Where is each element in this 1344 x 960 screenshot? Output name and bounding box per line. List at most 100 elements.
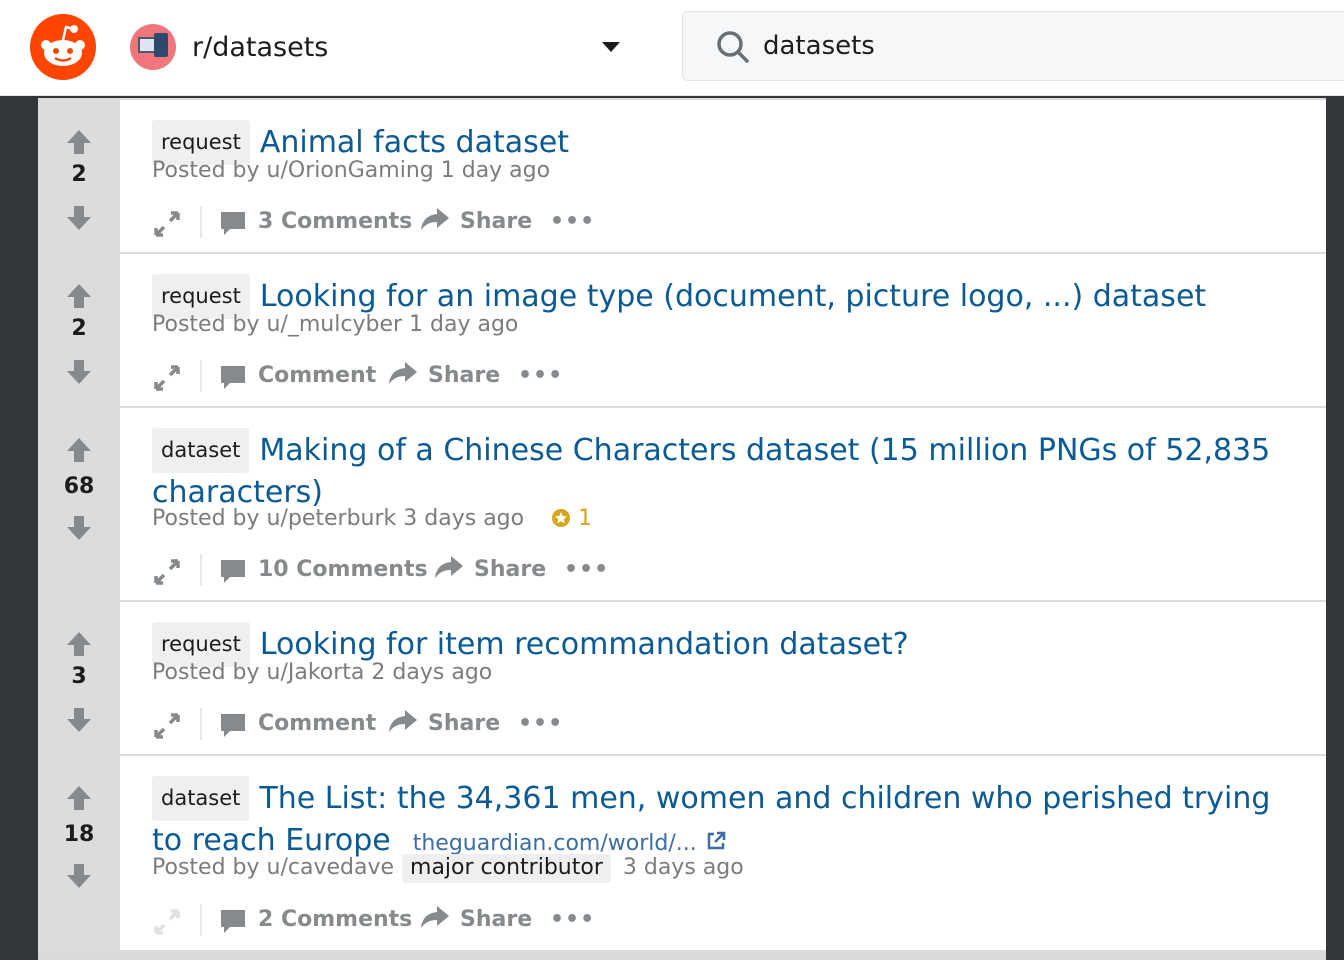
post-time: 3 days ago: [403, 506, 525, 531]
share-button[interactable]: Share: [434, 550, 546, 590]
comment-icon: [221, 366, 245, 389]
post-actions: 10 Comments Share •••: [152, 550, 652, 590]
expand-icon[interactable]: [152, 363, 182, 393]
share-icon: [421, 208, 449, 230]
post-card[interactable]: 2 request Animal facts dataset Posted by …: [38, 100, 1326, 254]
user-flair: major contributor: [402, 854, 611, 883]
divider: [200, 904, 202, 936]
post-card[interactable]: 3 request Looking for item recommandation…: [38, 602, 1326, 756]
author-link[interactable]: u/peterburk: [267, 506, 397, 531]
divider: [200, 360, 202, 392]
more-options-button[interactable]: •••: [518, 704, 563, 744]
vote-column: 2: [38, 254, 120, 406]
search-bar[interactable]: [682, 11, 1344, 81]
post-title-link[interactable]: Looking for item recommandation dataset?: [260, 627, 909, 662]
post-card[interactable]: 68 dataset Making of a Chinese Characters…: [38, 408, 1326, 602]
author-link[interactable]: u/Jakorta: [267, 660, 365, 685]
vote-column: 3: [38, 602, 120, 754]
expand-icon[interactable]: [152, 711, 182, 741]
posted-by-label: Posted by: [152, 506, 260, 531]
comments-button[interactable]: 3 Comments: [258, 202, 412, 242]
posted-by-label: Posted by: [152, 660, 260, 685]
share-icon: [435, 556, 463, 578]
more-options-button[interactable]: •••: [518, 356, 563, 396]
share-button[interactable]: Share: [388, 704, 500, 744]
upvote-arrow-icon[interactable]: [65, 784, 93, 812]
post-meta: Posted by u/Jakorta 2 days ago: [152, 660, 492, 685]
subreddit-avatar-icon: [130, 24, 176, 70]
chevron-down-icon[interactable]: [602, 42, 620, 52]
vote-score: 2: [71, 316, 87, 341]
search-icon: [717, 31, 749, 63]
more-options-button[interactable]: •••: [550, 900, 595, 940]
post-title-link[interactable]: Looking for an image type (document, pic…: [260, 279, 1206, 314]
post-actions: 2 Comments Share •••: [152, 900, 652, 940]
post-meta: Posted by u/OrionGaming 1 day ago: [152, 158, 550, 183]
upvote-arrow-icon[interactable]: [65, 128, 93, 156]
share-icon: [421, 906, 449, 928]
vote-score: 18: [63, 822, 95, 847]
vote-column: 2: [38, 100, 120, 252]
post-meta: Posted by u/_mulcyber 1 day ago: [152, 312, 518, 337]
post-time: 1 day ago: [440, 158, 551, 183]
post-title-link[interactable]: Making of a Chinese Characters dataset (…: [152, 433, 1270, 510]
post-card[interactable]: 2 request Looking for an image type (docu…: [38, 254, 1326, 408]
vote-score: 3: [71, 664, 87, 689]
comments-button[interactable]: Comment: [258, 704, 376, 744]
downvote-arrow-icon[interactable]: [65, 514, 93, 542]
author-link[interactable]: u/_mulcyber: [267, 312, 403, 337]
downvote-arrow-icon[interactable]: [65, 358, 93, 386]
posted-by-label: Posted by: [152, 158, 260, 183]
downvote-arrow-icon[interactable]: [65, 706, 93, 734]
award-icon: [552, 509, 571, 527]
divider: [200, 554, 202, 586]
expand-icon: [154, 909, 180, 935]
divider: [200, 708, 202, 740]
post-time: 1 day ago: [409, 312, 519, 337]
post-meta: Posted by u/cavedave major contributor 3 d…: [152, 854, 744, 883]
vote-column: 18: [38, 756, 120, 950]
domain-link[interactable]: theguardian.com/world/...: [413, 831, 697, 856]
subreddit-switcher[interactable]: r/datasets: [130, 22, 630, 74]
share-button[interactable]: Share: [388, 356, 500, 396]
post-flair: dataset: [152, 776, 250, 821]
post-actions: 3 Comments Share •••: [152, 202, 652, 242]
comments-button[interactable]: 2 Comments: [258, 900, 412, 940]
downvote-arrow-icon[interactable]: [65, 204, 93, 232]
expand-icon[interactable]: [152, 209, 182, 239]
post-feed: 2 request Animal facts dataset Posted by …: [38, 98, 1326, 960]
vote-score: 2: [71, 162, 87, 187]
upvote-arrow-icon[interactable]: [65, 630, 93, 658]
divider: [200, 206, 202, 238]
share-icon: [389, 710, 417, 732]
comments-button[interactable]: 10 Comments: [258, 550, 428, 590]
posted-by-label: Posted by: [152, 312, 260, 337]
upvote-arrow-icon[interactable]: [65, 282, 93, 310]
search-input[interactable]: [763, 26, 1323, 66]
upvote-arrow-icon[interactable]: [65, 436, 93, 464]
external-link-icon[interactable]: [705, 830, 727, 852]
top-header: r/datasets: [0, 0, 1344, 96]
reddit-logo-icon[interactable]: [30, 14, 96, 80]
post-time: 3 days ago: [622, 855, 744, 880]
post-title-link[interactable]: Animal facts dataset: [260, 125, 569, 160]
post-actions: Comment Share •••: [152, 704, 652, 744]
author-link[interactable]: u/OrionGaming: [267, 158, 434, 183]
comment-icon: [221, 560, 245, 583]
comment-icon: [221, 714, 245, 737]
share-button[interactable]: Share: [420, 202, 532, 242]
downvote-arrow-icon[interactable]: [65, 862, 93, 890]
share-button[interactable]: Share: [420, 900, 532, 940]
comments-button[interactable]: Comment: [258, 356, 376, 396]
post-meta: Posted by u/peterburk 3 days ago 1: [152, 506, 592, 531]
author-link[interactable]: u/cavedave: [267, 855, 395, 880]
award-badge[interactable]: 1: [551, 506, 592, 531]
post-card[interactable]: 18 dataset The List: the 34,361 men, wome…: [38, 756, 1326, 952]
subreddit-name: r/datasets: [192, 32, 329, 63]
more-options-button[interactable]: •••: [550, 202, 595, 242]
comment-icon: [221, 212, 245, 235]
more-options-button[interactable]: •••: [564, 550, 609, 590]
vote-score: 68: [63, 474, 95, 499]
expand-icon[interactable]: [152, 557, 182, 587]
vote-column: 68: [38, 408, 120, 600]
